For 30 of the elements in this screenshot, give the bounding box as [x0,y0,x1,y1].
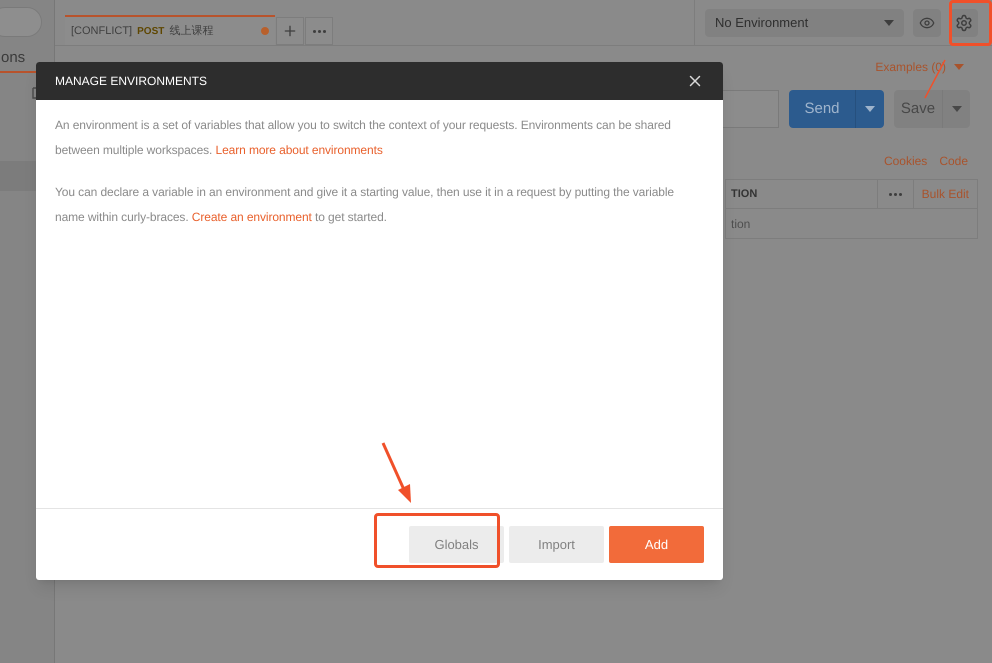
description-field[interactable]: tion [726,209,977,238]
column-header: TION [730,186,758,202]
save-button[interactable]: Save [894,90,970,128]
dialog-button[interactable]: Globals [409,526,504,563]
dialog-title: MANAGE ENVIRONMENTS [55,73,208,90]
conflict-label: [CONFLICT] [71,24,132,39]
caret-icon [884,20,894,26]
eye-button[interactable] [913,8,941,36]
caret-icon [954,64,964,70]
dialog-paragraph: An environment is a set of variables that allow you to switch the context of your requests. Environments can be shared between multiple workspaces. Learn more about environments [55,117,672,159]
help-link[interactable]: Learn more about environments [216,143,383,157]
dialog-button[interactable]: Import [509,526,604,563]
settings-button[interactable] [950,8,978,36]
more-icon [312,30,326,32]
send-button[interactable]: Send [789,90,884,128]
dialog-paragraph: You can declare a variable in an environment and give it a starting value, then use it in a request by putting the variable name within curly-braces. Create an environment to get started. [55,184,675,226]
caret-icon [865,106,875,112]
environment-select[interactable]: No Environment [705,8,904,36]
settings-icon [955,14,973,32]
plus-icon [282,23,298,39]
highlight-frame [949,0,992,46]
more-button[interactable] [305,17,333,45]
method-label: POST [137,24,164,38]
more-icon[interactable] [888,192,902,196]
request-name: 线上课程 [169,24,214,39]
help-link[interactable]: Create an environment [192,210,312,224]
eye-icon [919,14,935,30]
new-tab-button[interactable] [276,17,304,45]
add-button[interactable]: Add [609,526,704,563]
caret-icon [952,106,962,112]
